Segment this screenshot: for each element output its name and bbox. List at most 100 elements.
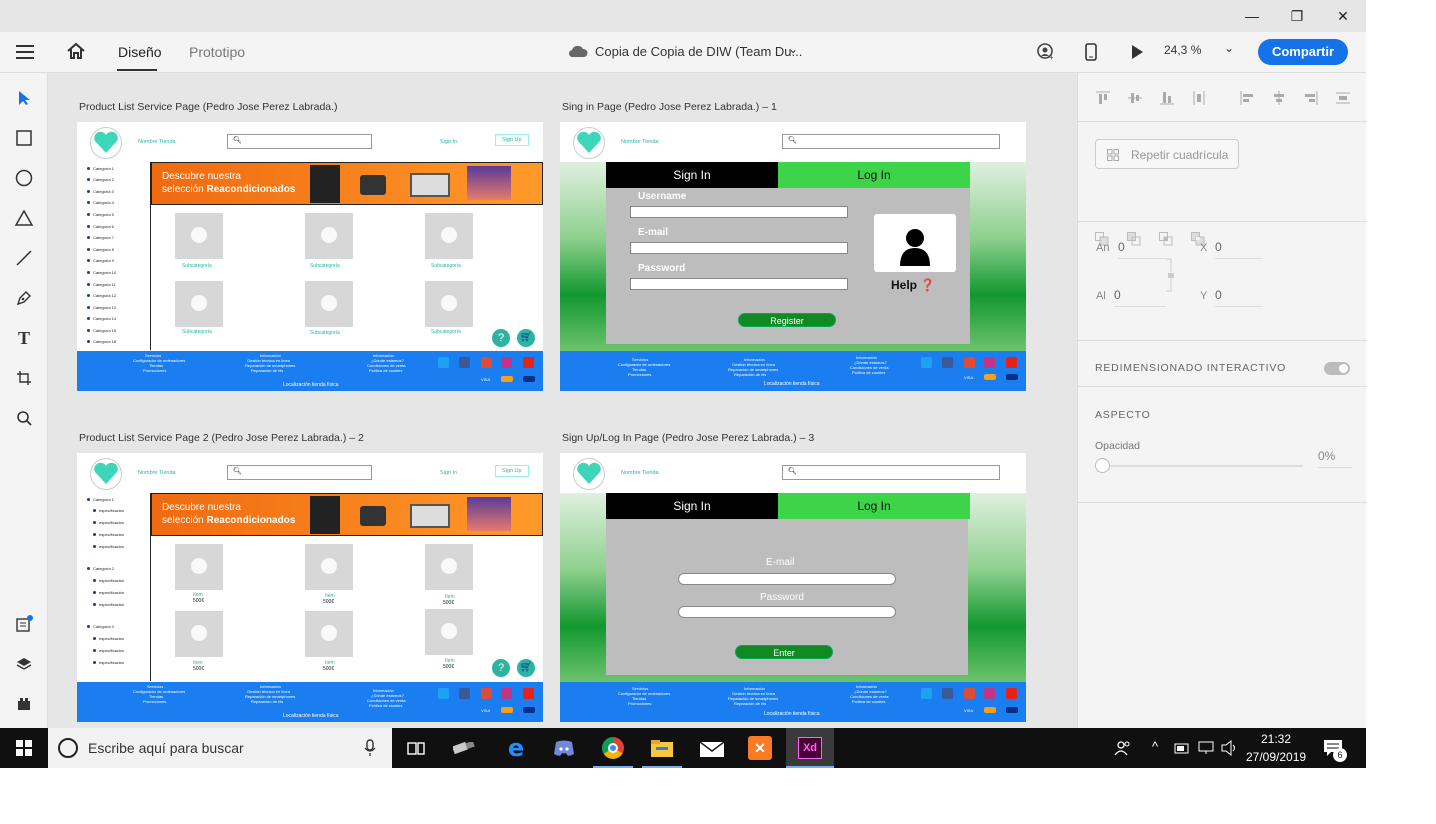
height-field[interactable]: 0 (1114, 288, 1166, 307)
play-icon[interactable] (1130, 44, 1144, 60)
chrome-icon[interactable] (589, 728, 637, 768)
lock-aspect-icon[interactable] (1166, 258, 1176, 292)
text-tool-icon[interactable]: T (12, 326, 36, 350)
align-bottom-icon[interactable] (1160, 91, 1174, 105)
repeat-grid-label: Repetir cuadrícula (1131, 148, 1229, 162)
align-center-icon[interactable] (1272, 91, 1286, 105)
responsive-toggle[interactable] (1324, 362, 1350, 375)
width-field[interactable]: 0 (1118, 240, 1166, 259)
close-button[interactable]: ✕ (1320, 0, 1366, 32)
subcategory-label: Subcategoría (431, 263, 461, 269)
store-name: Nombre Tienda (138, 470, 176, 476)
opacity-field[interactable]: 0% (1318, 449, 1352, 468)
artboard-label[interactable]: Sing in Page (Pedro Jose Perez Labrada.)… (562, 101, 777, 113)
footer-text: Reparación de rils (734, 372, 767, 377)
xampp-icon[interactable]: ✕ (736, 728, 784, 768)
pen-tool-icon[interactable] (12, 286, 36, 310)
discord-icon[interactable] (540, 728, 588, 768)
design-canvas[interactable]: Product List Service Page (Pedro Jose Pe… (49, 73, 1077, 728)
mock-footer: Servicios Configurador de ordenadores Ti… (77, 351, 543, 391)
minimize-button[interactable]: — (1229, 0, 1275, 32)
document-title[interactable]: Copia de Copia de DIW (Team Du... (595, 44, 802, 59)
zoom-level[interactable]: 24,3 % (1164, 43, 1201, 57)
opacity-slider-handle[interactable] (1095, 458, 1110, 473)
layers-panel-icon[interactable] (12, 652, 36, 676)
notification-count-badge: 6 (1333, 748, 1347, 762)
usb-app-icon[interactable] (440, 728, 488, 768)
mastercard-icon (501, 376, 513, 382)
tray-chevron-up-icon[interactable]: ^ (1152, 739, 1158, 754)
category-item: Categoría 2 (87, 177, 114, 182)
network-icon[interactable] (1198, 741, 1216, 755)
edge-browser-icon[interactable]: e (492, 728, 540, 768)
zoom-tool-icon[interactable] (12, 406, 36, 430)
windows-start-icon[interactable] (0, 728, 48, 768)
banner-line1: Descubre nuestra (162, 171, 241, 182)
polygon-tool-icon[interactable] (12, 206, 36, 230)
email-label: E-mail (638, 227, 669, 238)
share-button[interactable]: Compartir (1258, 39, 1348, 65)
opacity-slider-track[interactable] (1108, 465, 1303, 467)
instagram-icon (501, 688, 512, 699)
mail-icon[interactable] (688, 728, 736, 768)
tab-diseno[interactable]: Diseño (118, 44, 162, 60)
repeat-grid-button[interactable]: Repetir cuadrícula (1095, 139, 1239, 169)
align-left-icon[interactable] (1240, 91, 1254, 105)
email-label: E-mail (766, 557, 795, 568)
artboard-sign-in[interactable]: Nombre Tienda 🔍︎ Sign In Log In Username… (560, 122, 1026, 391)
tab-prototipo[interactable]: Prototipo (189, 44, 245, 60)
pc-tower-image (310, 165, 340, 203)
youtube-icon (523, 357, 534, 368)
assets-panel-icon[interactable] (12, 612, 36, 636)
select-tool-icon[interactable] (12, 86, 36, 110)
artboard-tool-icon[interactable] (12, 366, 36, 390)
visa-logo: VISA (481, 708, 491, 713)
plugins-panel-icon[interactable] (12, 692, 36, 716)
hamburger-menu-icon[interactable] (16, 44, 34, 60)
zoom-chevron-icon[interactable]: ⌄ (1224, 41, 1234, 55)
line-tool-icon[interactable] (12, 246, 36, 270)
google-plus-icon (964, 357, 975, 368)
instagram-icon (984, 357, 995, 368)
user-share-icon[interactable]: + (1037, 43, 1055, 61)
y-field[interactable]: 0 (1215, 288, 1263, 307)
artboard-product-list-2[interactable]: Nombre Tienda 🔍︎ Sign In Sign Up Categor… (77, 453, 543, 722)
chevron-down-icon[interactable]: ⌄ (788, 42, 798, 56)
home-icon[interactable] (66, 42, 86, 60)
footer-text: Política de cookies (852, 699, 886, 704)
x-field[interactable]: 0 (1215, 240, 1263, 259)
microphone-icon[interactable] (364, 739, 376, 757)
task-view-icon[interactable] (392, 728, 440, 768)
align-middle-icon[interactable] (1128, 91, 1142, 105)
file-explorer-icon[interactable] (638, 728, 686, 768)
volume-icon[interactable] (1221, 740, 1239, 756)
signin-form-panel: Username E-mail Password Help ❓ Register (606, 188, 970, 344)
clock-date[interactable]: 27/09/2019 (1246, 750, 1306, 764)
battery-icon[interactable] (1174, 741, 1190, 755)
footer-location: Localización tienda física (764, 711, 820, 717)
people-icon[interactable] (1114, 739, 1132, 757)
artboard-label[interactable]: Sign Up/Log In Page (Pedro Jose Perez La… (562, 432, 814, 444)
taskbar-search-box[interactable]: Escribe aquí para buscar (48, 728, 392, 768)
clock-time[interactable]: 21:32 (1246, 732, 1306, 746)
mock-sign-in: Sign In (440, 470, 458, 476)
form-tabs: Sign In Log In (606, 493, 970, 519)
banner-line2: selección Reacondicionados (162, 184, 295, 195)
footer-text: Reparación de rils (734, 701, 767, 706)
banner-line2-text: selección (162, 515, 207, 526)
category-item: Categoría 5 (87, 212, 114, 217)
distribute-vertical-icon[interactable] (1192, 91, 1206, 105)
align-top-icon[interactable] (1096, 91, 1110, 105)
ellipse-tool-icon[interactable] (12, 166, 36, 190)
artboard-label[interactable]: Product List Service Page 2 (Pedro Jose … (79, 432, 364, 444)
artboard-label[interactable]: Product List Service Page (Pedro Jose Pe… (79, 101, 338, 113)
restore-button[interactable]: ❐ (1274, 0, 1320, 32)
align-right-icon[interactable] (1304, 91, 1318, 105)
artboard-login[interactable]: Nombre Tienda 🔍︎ Sign In Log In E-mail P… (560, 453, 1026, 722)
distribute-horizontal-icon[interactable] (1336, 91, 1350, 105)
adobe-xd-icon[interactable]: Xd (786, 728, 834, 768)
subcategory-label: Subcategoría (431, 329, 461, 335)
rectangle-tool-icon[interactable] (12, 126, 36, 150)
device-preview-icon[interactable] (1085, 43, 1097, 61)
artboard-product-list[interactable]: Nombre Tienda 🔍︎ Sign In Sign Up Categor… (77, 122, 543, 391)
